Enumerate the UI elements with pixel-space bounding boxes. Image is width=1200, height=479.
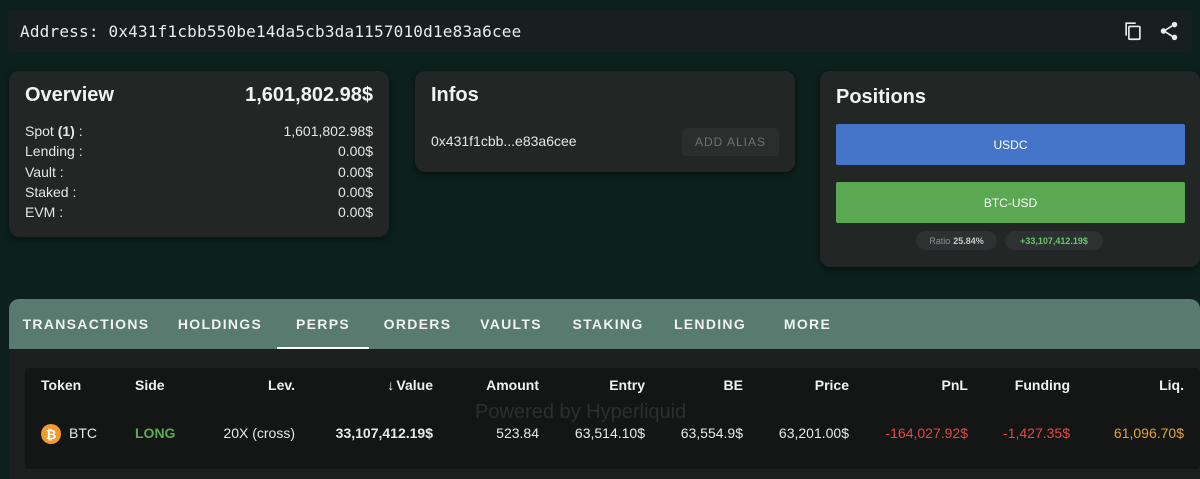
positions-value-badge: +33,107,412.19$ [1005, 231, 1103, 250]
share-icon[interactable] [1158, 20, 1180, 42]
cell-amount: 523.84 [496, 425, 539, 441]
tab-staking[interactable]: STAKING [556, 299, 660, 349]
tabs-panel: TRANSACTIONS HOLDINGS PERPS ORDERS VAULT… [9, 299, 1200, 479]
address-bar: Address: 0x431f1cbb550be14da5cb3da115701… [8, 10, 1192, 52]
infos-title: Infos [431, 84, 479, 106]
header-side[interactable]: Side [135, 377, 165, 393]
copy-icon[interactable] [1122, 20, 1144, 42]
cell-value: 33,107,412.19$ [335, 425, 433, 441]
position-bar-usdc[interactable]: USDC [836, 124, 1185, 165]
overview-value: 1,601,802.98$ [283, 123, 373, 139]
cell-side: LONG [135, 425, 176, 441]
ratio-badge: Ratio 25.84% [916, 231, 997, 250]
bitcoin-icon: ₿ [41, 424, 61, 444]
cell-entry: 63,514.10$ [574, 425, 645, 441]
header-entry[interactable]: Entry [609, 377, 645, 393]
cell-funding: -1,427.35$ [1003, 425, 1070, 441]
overview-row-lending: Lending : 0.00$ [25, 141, 373, 161]
tab-transactions[interactable]: TRANSACTIONS [9, 299, 163, 349]
overview-title: Overview [25, 84, 114, 106]
header-funding[interactable]: Funding [1015, 377, 1070, 393]
overview-label: Staked : [25, 183, 77, 200]
overview-label: Lending : [25, 143, 83, 160]
cell-token: BTC [69, 425, 97, 441]
overview-value: 0.00$ [337, 163, 373, 180]
header-price[interactable]: Price [815, 377, 849, 393]
overview-card: Overview 1,601,802.98$ Spot (1) : 1,601,… [9, 71, 389, 237]
header-pnl[interactable]: PnL [942, 377, 968, 393]
cell-lev: 20X (cross) [223, 425, 295, 441]
tab-holdings[interactable]: HOLDINGS [163, 299, 277, 349]
tab-bar: TRANSACTIONS HOLDINGS PERPS ORDERS VAULT… [9, 299, 1200, 349]
cell-price: 63,201.00$ [778, 425, 849, 441]
overview-row-evm: EVM : 0.00$ [25, 202, 373, 222]
ratio-label: Ratio [929, 235, 951, 246]
cell-pnl: -164,027.92$ [885, 425, 968, 441]
positions-title: Positions [836, 86, 927, 108]
infos-card: Infos 0x431f1cbb...e83a6cee ADD ALIAS [415, 71, 795, 172]
header-lev[interactable]: Lev. [268, 377, 295, 393]
header-liq[interactable]: Liq. [1159, 377, 1184, 393]
watermark: Powered by Hyperliquid [475, 401, 687, 423]
short-address: 0x431f1cbb...e83a6cee [431, 133, 577, 149]
overview-value: 0.00$ [337, 204, 373, 221]
header-value[interactable]: ↓ Value [387, 377, 433, 393]
sort-down-icon: ↓ [387, 377, 395, 393]
tab-orders[interactable]: ORDERS [369, 299, 466, 349]
overview-label: EVM : [25, 204, 64, 221]
ratio-value: 25.84% [953, 235, 984, 246]
tab-perps[interactable]: PERPS [277, 299, 369, 349]
overview-rows: Spot (1) : 1,601,802.98$ Lending : 0.00$… [25, 121, 373, 222]
add-alias-button[interactable]: ADD ALIAS [682, 128, 779, 156]
overview-label: Vault : [25, 163, 64, 180]
wallet-address[interactable]: Address: 0x431f1cbb550be14da5cb3da115701… [20, 22, 521, 41]
overview-label: Spot (1) : [25, 123, 83, 139]
overview-value: 0.00$ [337, 183, 373, 200]
position-bar-btc-usd[interactable]: BTC-USD [836, 182, 1185, 223]
overview-value: 0.00$ [337, 143, 373, 160]
overview-total: 1,601,802.98$ [245, 84, 373, 106]
header-amount[interactable]: Amount [486, 377, 539, 393]
tab-lending[interactable]: LENDING [660, 299, 760, 349]
header-token[interactable]: Token [41, 377, 81, 393]
perps-table: Powered by Hyperliquid Token Side Lev. ↓… [25, 368, 1200, 469]
header-be[interactable]: BE [724, 377, 743, 393]
cell-be: 63,554.9$ [680, 425, 743, 441]
overview-row-staked: Staked : 0.00$ [25, 182, 373, 202]
cell-liq: 61,096.70$ [1113, 425, 1184, 441]
tab-vaults[interactable]: VAULTS [466, 299, 556, 349]
tab-more[interactable]: MORE [760, 299, 855, 349]
overview-row-vault: Vault : 0.00$ [25, 162, 373, 182]
positions-card: Positions USDC BTC-USD Ratio 25.84% +33,1… [820, 71, 1200, 267]
overview-row-spot: Spot (1) : 1,601,802.98$ [25, 121, 373, 141]
